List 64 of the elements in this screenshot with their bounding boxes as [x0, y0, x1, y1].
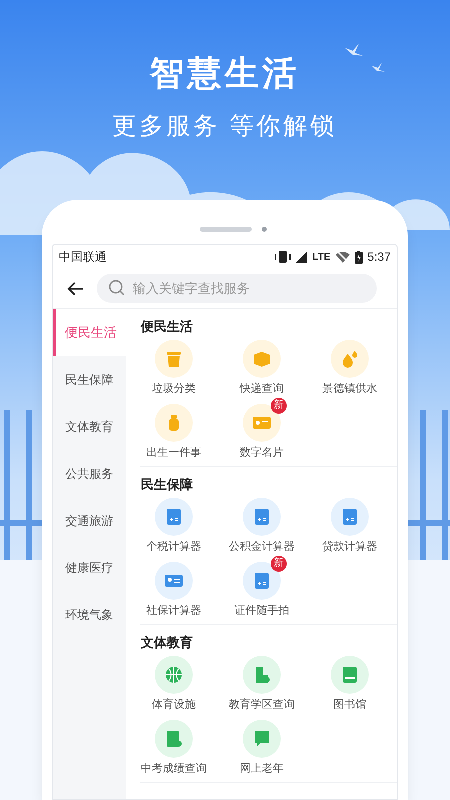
service-label: 个税计算器 [146, 540, 202, 554]
calculator-icon [252, 507, 272, 527]
bird-icon [345, 44, 363, 56]
service-label: 公积金计算器 [229, 540, 295, 554]
section-title: 便民生活 [140, 319, 194, 335]
tagline: 更多服务 等你解锁 [112, 112, 338, 142]
service-label: 快递查询 [240, 382, 284, 396]
category-tab[interactable]: 文体教育 [53, 403, 126, 450]
basketball-icon [164, 665, 184, 685]
service-label: 贷款计算器 [322, 540, 378, 554]
service-tile[interactable]: 体育设施 [130, 656, 218, 712]
service-label: 出生一件事 [146, 446, 202, 460]
book-icon [340, 665, 360, 685]
section-title: 民生保障 [140, 477, 194, 493]
category-tab[interactable]: 健康医疗 [53, 544, 126, 591]
service-tile[interactable]: 景德镇供水 [306, 340, 394, 396]
service-tile[interactable]: 公积金计算器 [218, 498, 306, 554]
service-tile[interactable]: 教育学区查询 [218, 656, 306, 712]
service-label: 体育设施 [152, 698, 196, 712]
service-tile[interactable]: 图书馆 [306, 656, 394, 712]
service-label: 数字名片 [240, 446, 284, 460]
wifi-off-icon [336, 252, 350, 262]
speaker-slot [200, 226, 252, 232]
service-tile[interactable]: 垃圾分类 [130, 340, 218, 396]
category-tab[interactable]: 环境气象 [53, 591, 126, 638]
water-drop-icon [340, 349, 360, 369]
category-tab[interactable]: 便民生活 [53, 309, 126, 356]
service-tile[interactable]: 快递查询 [218, 340, 306, 396]
search-icon [109, 280, 125, 296]
bird-icon [372, 63, 385, 72]
search-field[interactable]: 输入关键字查找服务 [97, 274, 377, 303]
new-badge: 新 [271, 556, 287, 572]
service-label: 景德镇供水 [322, 382, 378, 396]
new-badge: 新 [271, 398, 287, 414]
battery-icon [354, 250, 363, 264]
service-tile[interactable]: 网上老年 [218, 720, 306, 776]
service-tile[interactable]: 出生一件事 [130, 404, 218, 460]
vibrate-icon [275, 251, 292, 263]
back-arrow-icon[interactable] [67, 280, 85, 298]
headline: 智慧生活 [150, 54, 300, 95]
calculator-icon [164, 507, 184, 527]
network-type: LTE [312, 250, 331, 264]
calculator-icon [252, 571, 272, 591]
signal-icon [296, 252, 308, 262]
category-tab[interactable]: 交通旅游 [53, 497, 126, 544]
service-label: 教育学区查询 [229, 698, 295, 712]
calculator-icon [340, 507, 360, 527]
service-label: 社保计算器 [146, 604, 202, 618]
service-label: 证件随手拍 [234, 604, 290, 618]
category-tab[interactable]: 民生保障 [53, 356, 126, 403]
section-title: 文体教育 [140, 635, 194, 651]
service-label: 图书馆 [334, 698, 366, 712]
clock-time: 5:37 [368, 249, 391, 266]
chat-icon [252, 729, 272, 749]
service-label: 网上老年 [240, 762, 284, 776]
service-tile[interactable]: 中考成绩查询 [130, 720, 218, 776]
service-label: 中考成绩查询 [141, 762, 207, 776]
service-label: 垃圾分类 [152, 382, 196, 396]
service-tile[interactable]: 社保计算器 [130, 562, 218, 618]
trash-can-icon [164, 349, 184, 369]
carrier-name: 中国联通 [59, 249, 107, 266]
service-tile[interactable]: 个税计算器 [130, 498, 218, 554]
service-tile[interactable]: 贷款计算器 [306, 498, 394, 554]
category-tab[interactable]: 公共服务 [53, 450, 126, 497]
